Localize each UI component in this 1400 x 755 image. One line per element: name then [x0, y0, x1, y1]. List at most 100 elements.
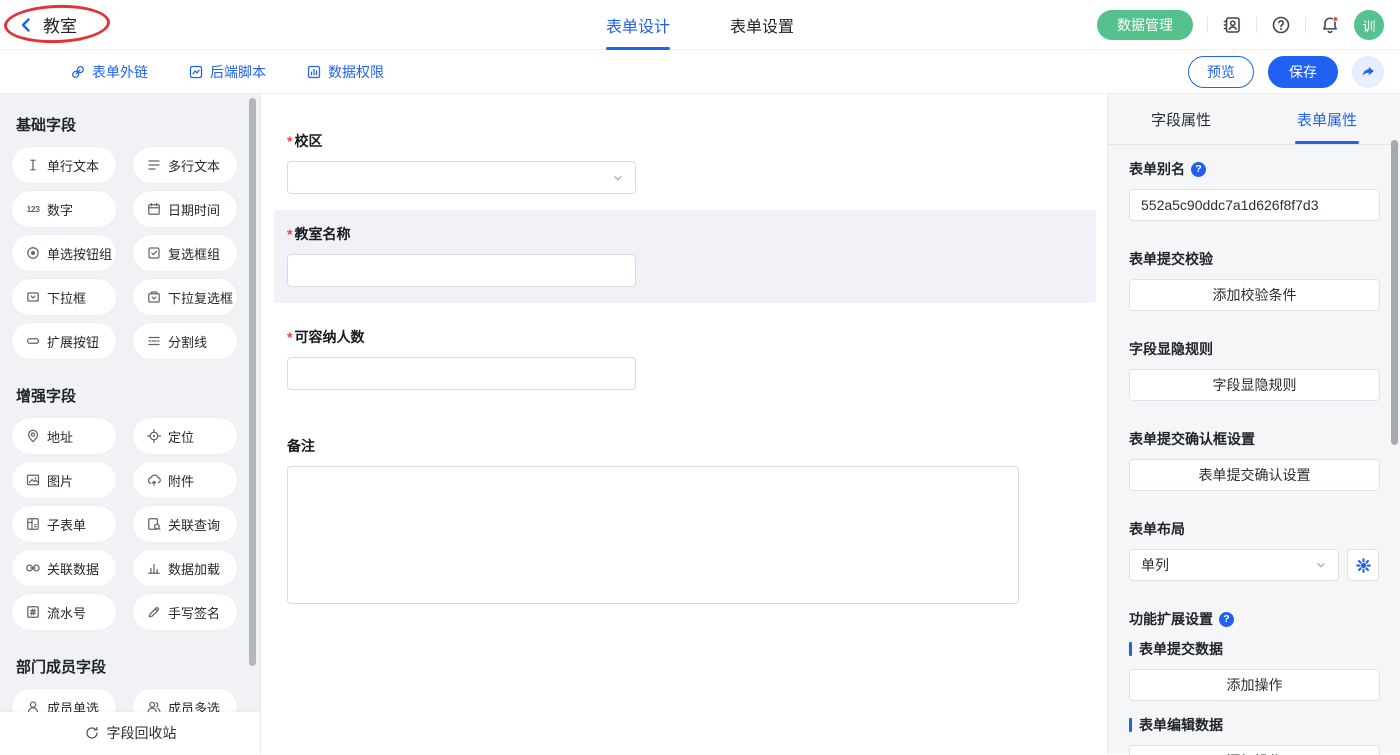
canvas-field-campus[interactable]: *校区	[274, 117, 1096, 210]
calendar-icon	[146, 201, 162, 217]
recycle-icon	[84, 725, 100, 741]
data-manage-button[interactable]: 数据管理	[1097, 10, 1193, 40]
multi-dropdown-icon	[146, 289, 162, 305]
panel-scrollbar[interactable]	[1391, 140, 1398, 445]
header-actions: 数据管理 训	[1097, 0, 1384, 50]
share-arrow-icon	[1360, 64, 1376, 80]
canvas-field-classroom-name[interactable]: *教室名称	[274, 210, 1096, 303]
field-item-lookup-query[interactable]: 关联查询	[133, 506, 237, 542]
divider	[1256, 17, 1257, 33]
field-item-extend-button[interactable]: 扩展按钮	[12, 323, 116, 359]
subform-icon	[25, 516, 41, 532]
form-toolbar: 表单外链 后端脚本 数据权限 预览 保存	[0, 50, 1400, 94]
canvas-field-remark[interactable]: 备注	[274, 422, 1096, 620]
back-group[interactable]: 教室	[0, 0, 77, 49]
field-item-checkbox-group[interactable]: 复选框组	[133, 235, 237, 271]
field-item-number[interactable]: 123数字	[12, 191, 116, 227]
back-chevron-icon[interactable]	[18, 17, 34, 33]
field-item-serial-number[interactable]: 流水号	[12, 594, 116, 630]
checkbox-icon	[146, 245, 162, 261]
avatar[interactable]: 训	[1354, 10, 1384, 40]
field-item-attachment[interactable]: 附件	[133, 462, 237, 498]
panel-tabs: 字段属性 表单属性	[1108, 94, 1400, 145]
capacity-input[interactable]	[287, 357, 636, 390]
field-item-multi-line-text[interactable]: 多行文本	[133, 147, 237, 183]
field-item-dropdown[interactable]: 下拉框	[12, 279, 116, 315]
field-item-single-line-text[interactable]: 单行文本	[12, 147, 116, 183]
submit-data-add-button[interactable]: 添加操作	[1129, 669, 1380, 701]
remark-textarea[interactable]	[287, 466, 1019, 604]
form-layout-title: 表单布局	[1129, 519, 1379, 539]
submit-confirm-button[interactable]: 表单提交确认设置	[1129, 459, 1380, 491]
layout-select[interactable]: 单列	[1129, 549, 1339, 581]
properties-panel: 字段属性 表单属性 表单别名 ? 表单提交校验 添加校验条件 字段显隐规则 字段…	[1107, 94, 1400, 754]
page-title: 教室	[43, 12, 77, 37]
edit-data-title: 表单编辑数据	[1129, 715, 1379, 735]
blue-bar	[1129, 642, 1132, 656]
field-item-location[interactable]: 定位	[133, 418, 237, 454]
title-dashed-underline	[38, 40, 82, 41]
tab-field-properties[interactable]: 字段属性	[1108, 94, 1254, 144]
radio-icon	[25, 245, 41, 261]
bell-icon[interactable]	[1320, 15, 1340, 35]
field-label: 可容纳人数	[294, 329, 364, 345]
field-item-radio-group[interactable]: 单选按钮组	[12, 235, 116, 271]
serial-number-icon	[25, 604, 41, 620]
panel-body: 表单别名 ? 表单提交校验 添加校验条件 字段显隐规则 字段显隐规则 表单提交确…	[1108, 145, 1400, 755]
field-item-subform[interactable]: 子表单	[12, 506, 116, 542]
save-button[interactable]: 保存	[1268, 56, 1338, 88]
map-pin-icon	[25, 428, 41, 444]
field-item-divider[interactable]: 分割线	[133, 323, 237, 359]
required-asterisk: *	[287, 329, 292, 345]
required-asterisk: *	[287, 226, 292, 242]
form-designer-screen: 教室 表单设计 表单设置 数据管理	[0, 0, 1400, 755]
field-label: 校区	[294, 133, 322, 149]
field-item-signature[interactable]: 手写签名	[133, 594, 237, 630]
tab-form-settings[interactable]: 表单设置	[728, 0, 796, 50]
field-item-linked-data[interactable]: 关联数据	[12, 550, 116, 586]
tab-form-properties[interactable]: 表单属性	[1254, 94, 1400, 144]
content-area: 基础字段 单行文本 多行文本 123数字 日期时间 单选按钮组 复选框组 下拉框…	[0, 94, 1400, 754]
backend-script-button[interactable]: 后端脚本	[188, 62, 266, 82]
form-alias-input[interactable]	[1129, 189, 1380, 221]
data-permission-icon	[306, 64, 322, 80]
question-badge-icon[interactable]: ?	[1191, 162, 1206, 177]
bar-chart-icon	[146, 560, 162, 576]
chevron-down-icon	[611, 171, 625, 185]
layout-settings-button[interactable]	[1347, 549, 1379, 581]
field-label: 教室名称	[294, 226, 350, 242]
form-layout-row: 单列	[1129, 549, 1379, 581]
share-button[interactable]	[1352, 56, 1384, 88]
section-title-enhanced-fields: 增强字段	[16, 385, 260, 406]
field-item-address[interactable]: 地址	[12, 418, 116, 454]
lookup-icon	[146, 516, 162, 532]
help-icon[interactable]	[1271, 15, 1291, 35]
tab-form-design[interactable]: 表单设计	[604, 0, 672, 50]
field-visibility-button[interactable]: 字段显隐规则	[1129, 369, 1380, 401]
question-badge-icon[interactable]: ?	[1219, 612, 1234, 627]
field-recycle-bin[interactable]: 字段回收站	[0, 712, 260, 754]
add-validation-button[interactable]: 添加校验条件	[1129, 279, 1380, 311]
section-title-basic-fields: 基础字段	[16, 114, 260, 135]
preview-button[interactable]: 预览	[1188, 56, 1254, 88]
form-alias-title: 表单别名 ?	[1129, 159, 1379, 179]
submit-confirm-title: 表单提交确认框设置	[1129, 429, 1379, 449]
address-book-icon[interactable]	[1222, 15, 1242, 35]
canvas-field-capacity[interactable]: *可容纳人数	[274, 313, 1096, 406]
divider	[1305, 17, 1306, 33]
field-item-data-load[interactable]: 数据加载	[133, 550, 237, 586]
field-item-datetime[interactable]: 日期时间	[133, 191, 237, 227]
data-permission-button[interactable]: 数据权限	[306, 62, 384, 82]
dropdown-icon	[25, 289, 41, 305]
classroom-name-input[interactable]	[287, 254, 636, 287]
image-icon	[25, 472, 41, 488]
extension-settings-title: 功能扩展设置 ?	[1129, 609, 1379, 629]
campus-select[interactable]	[287, 161, 636, 194]
field-item-multi-dropdown[interactable]: 下拉复选框	[133, 279, 237, 315]
sidebar-scrollbar[interactable]	[249, 98, 256, 666]
field-item-image[interactable]: 图片	[12, 462, 116, 498]
external-link-button[interactable]: 表单外链	[70, 62, 148, 82]
locate-icon	[146, 428, 162, 444]
signature-icon	[146, 604, 162, 620]
edit-data-add-button[interactable]: 添加操作	[1129, 745, 1380, 755]
